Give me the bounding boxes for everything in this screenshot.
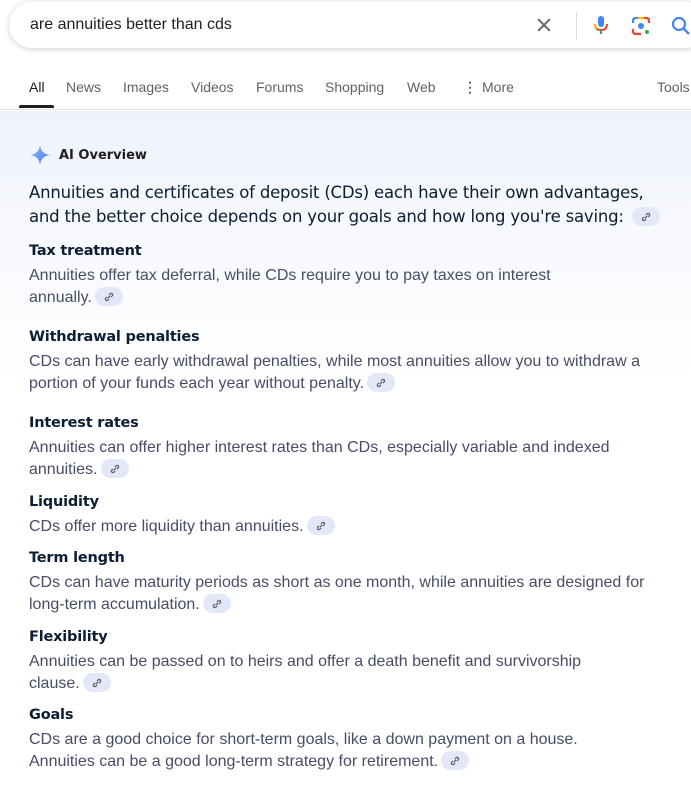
search-icon[interactable] [669,14,691,38]
ai-overview-panel: AI Overview Annuities and certificates o… [0,111,691,786]
microphone-icon[interactable] [589,13,613,37]
tab-all[interactable]: All [29,79,45,95]
link-icon [450,756,460,766]
tab-more-label: More [482,79,514,95]
section-withdrawal-penalties: Withdrawal penalties CDs can have early … [29,327,669,395]
section-body: CDs offer more liquidity than annuities. [29,516,669,538]
section-text: CDs are a good choice for short-term goa… [29,731,578,770]
section-body: Annuities can be passed on to heirs and … [29,651,619,695]
search-bar[interactable]: are annuities better than cds [9,2,691,48]
section-text: CDs offer more liquidity than annuities. [29,518,304,535]
section-goals: Goals CDs are a good choice for short-te… [29,705,669,773]
source-link-chip[interactable] [100,459,129,478]
tab-web[interactable]: Web [407,79,436,95]
section-flexibility: Flexibility Annuities can be passed on t… [29,627,669,695]
link-icon [110,464,119,474]
sparkle-icon [29,144,51,166]
tab-images[interactable]: Images [123,79,169,95]
section-text: CDs can have early withdrawal penalties,… [29,353,640,392]
link-icon [641,212,651,222]
tab-videos[interactable]: Videos [191,79,234,95]
section-body: Annuities offer tax deferral, while CDs … [29,265,589,309]
section-body: CDs can have early withdrawal penalties,… [29,351,669,395]
google-lens-icon[interactable] [629,14,653,38]
intro-text: Annuities and certificates of deposit (C… [29,183,644,226]
source-link-chip[interactable] [202,594,231,613]
search-input[interactable]: are annuities better than cds [30,16,232,34]
section-interest-rates: Interest rates Annuities can offer highe… [29,413,669,481]
source-link-chip[interactable] [306,516,335,535]
ai-overview-intro: Annuities and certificates of deposit (C… [29,181,669,229]
ai-overview-title: AI Overview [59,147,147,163]
link-icon [376,378,386,388]
section-liquidity: Liquidity CDs offer more liquidity than … [29,492,669,538]
section-text: Annuities can be passed on to heirs and … [29,653,582,692]
section-title: Interest rates [29,415,139,431]
section-body: CDs are a good choice for short-term goa… [29,729,609,773]
section-title: Withdrawal penalties [29,329,200,345]
link-icon [316,521,325,531]
section-title: Term length [29,550,125,566]
tab-more[interactable]: ⋮ More [463,79,514,96]
section-title: Liquidity [29,494,99,510]
source-link-chip[interactable] [94,287,123,306]
section-body: Annuities can offer higher interest rate… [29,437,639,481]
section-term-length: Term length CDs can have maturity period… [29,548,669,616]
section-title: Tax treatment [29,243,142,259]
search-divider [576,12,577,40]
section-body: CDs can have maturity periods as short a… [29,572,679,616]
section-title: Goals [29,707,74,723]
source-link-chip[interactable] [82,673,111,692]
link-icon [92,678,101,688]
tab-forums[interactable]: Forums [256,79,303,95]
source-link-chip[interactable] [441,751,470,770]
link-icon [212,599,221,609]
more-vert-icon: ⋮ [463,79,477,95]
tab-shopping[interactable]: Shopping [325,79,384,95]
tab-news[interactable]: News [66,79,101,95]
search-tabs: All News Images Videos Forums Shopping W… [0,70,691,110]
section-tax-treatment: Tax treatment Annuities offer tax deferr… [29,241,669,309]
source-link-chip[interactable] [367,373,396,392]
close-icon[interactable] [534,15,554,35]
section-text: CDs can have maturity periods as short a… [29,574,645,613]
active-tab-indicator [19,105,54,108]
section-title: Flexibility [29,629,108,645]
source-link-chip[interactable] [631,207,660,226]
ai-overview-header: AI Overview [29,144,147,166]
link-icon [104,292,114,302]
tools-button[interactable]: Tools [657,79,690,95]
